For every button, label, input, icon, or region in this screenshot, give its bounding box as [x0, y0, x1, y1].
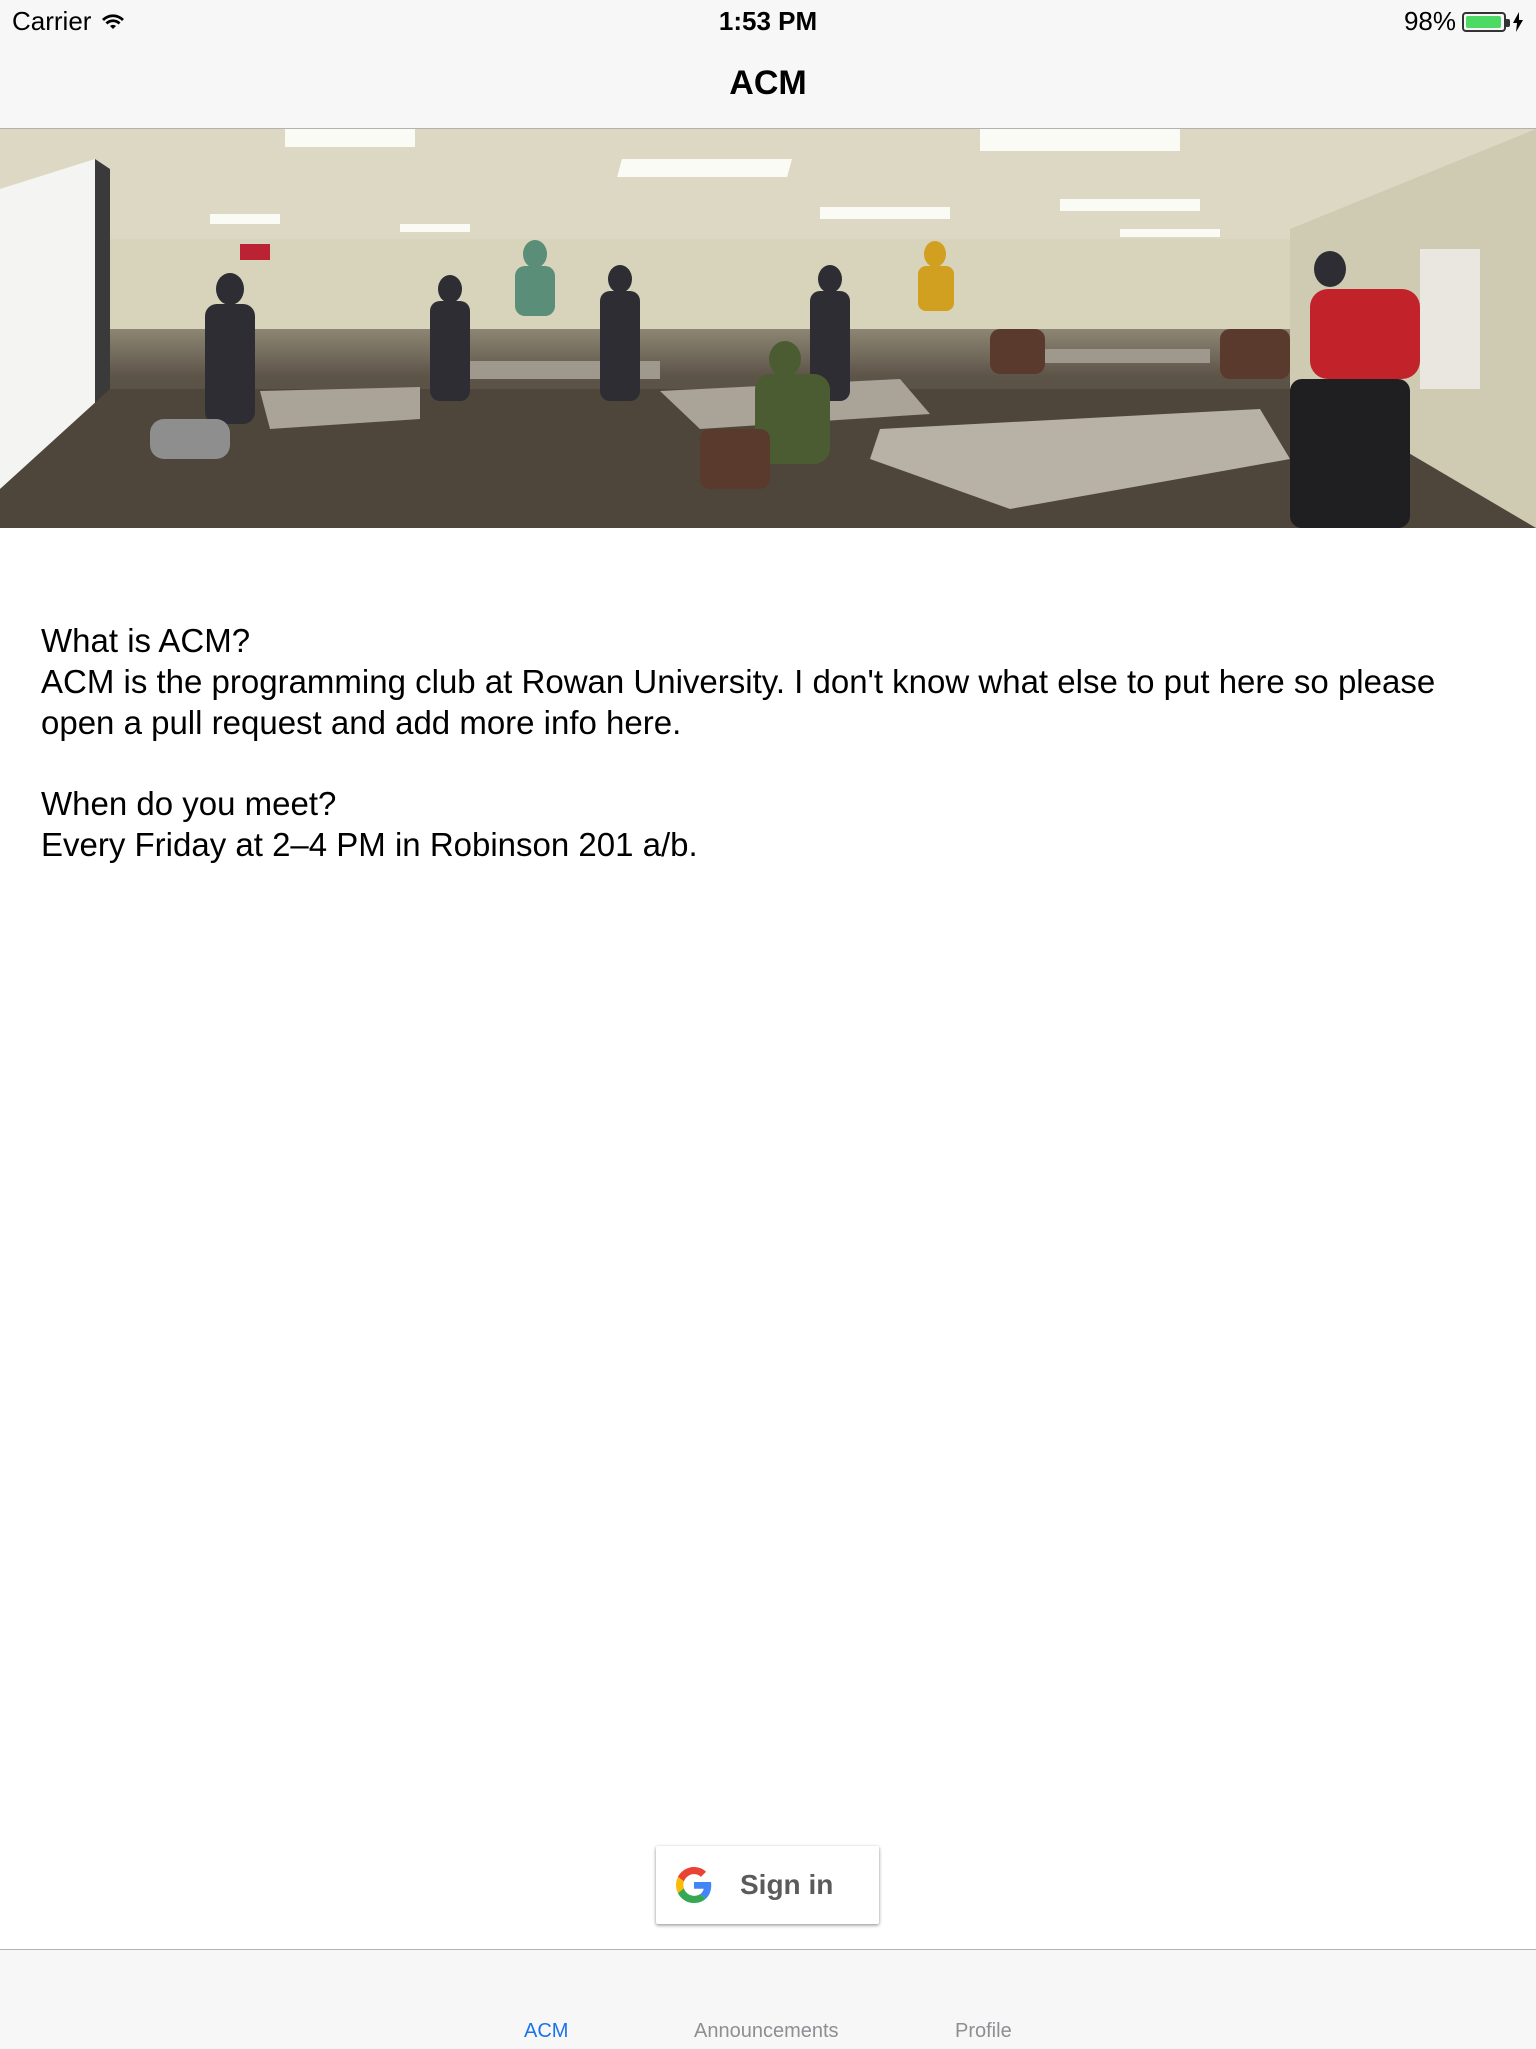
question-when-meet: When do you meet? — [41, 785, 337, 822]
classroom-photo — [0, 129, 1536, 528]
question-what-is-acm: What is ACM? — [41, 622, 251, 659]
battery-percent: 98% — [1403, 6, 1456, 36]
google-sign-in-button[interactable]: Sign in — [656, 1846, 879, 1924]
navigation-bar: ACM — [0, 40, 1536, 129]
google-icon — [676, 1867, 712, 1903]
tab-announcements[interactable]: Announcements — [694, 2020, 839, 2043]
status-bar: Carrier 1:53 PM 98% — [0, 0, 1536, 40]
tab-profile[interactable]: Profile — [955, 2020, 1012, 2043]
hero-image — [0, 129, 1536, 528]
page-title: ACM — [729, 64, 807, 102]
battery-info: 98% — [1404, 6, 1524, 37]
answer-when-meet: Every Friday at 2–4 PM in Robinson 201 a… — [41, 826, 698, 863]
tab-acm[interactable]: ACM — [524, 2020, 568, 2043]
about-text: What is ACM? ACM is the programming club… — [41, 620, 1501, 865]
charging-bolt-icon — [1513, 11, 1523, 32]
sign-in-label: Sign in — [740, 1869, 834, 1900]
status-time: 1:53 PM — [718, 6, 818, 36]
answer-what-is-acm: ACM is the programming club at Rowan Uni… — [41, 663, 1436, 741]
tab-bar: ACM Announcements Profile — [0, 1949, 1536, 2049]
battery-icon — [1462, 11, 1510, 32]
